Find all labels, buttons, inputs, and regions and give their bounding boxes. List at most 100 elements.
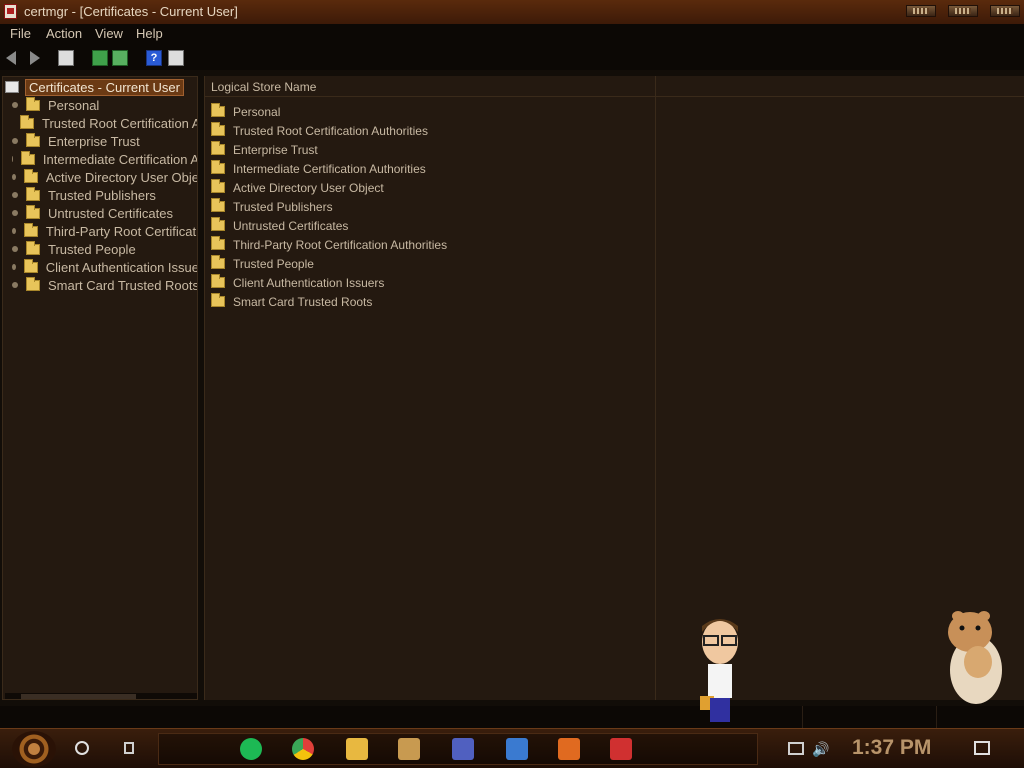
properties-button[interactable] [168, 50, 184, 66]
expand-icon[interactable] [12, 246, 18, 252]
tree-item-intermediate[interactable]: Intermediate Certification A [3, 150, 197, 168]
minimize-icon [913, 8, 929, 14]
taskbar-clock[interactable]: 1:37 PM [852, 736, 931, 760]
expand-icon[interactable] [12, 228, 16, 234]
menu-file[interactable]: File [10, 26, 31, 41]
expand-icon[interactable] [12, 102, 18, 108]
list-item-third-party-root[interactable]: Third-Party Root Certification Authoriti… [211, 235, 447, 254]
list-item-label: Untrusted Certificates [233, 218, 349, 233]
sandbox-app-icon[interactable] [398, 738, 420, 760]
folder-icon [20, 114, 34, 129]
list-item-active-directory[interactable]: Active Directory User Object [211, 178, 384, 197]
forward-button[interactable] [30, 51, 46, 67]
expand-icon[interactable] [12, 210, 18, 216]
expand-icon[interactable] [12, 282, 18, 288]
folder-icon [211, 274, 225, 288]
close-icon [997, 8, 1013, 14]
expand-icon[interactable] [12, 156, 13, 162]
list-item-trusted-publishers[interactable]: Trusted Publishers [211, 197, 333, 216]
column-divider[interactable] [655, 76, 656, 700]
main-area: Certificates - Current User Personal Tru… [0, 70, 1024, 706]
file-explorer-icon[interactable] [346, 738, 368, 760]
column-header-logical-store-name[interactable]: Logical Store Name [211, 80, 316, 94]
spotify-icon[interactable] [240, 738, 262, 760]
list-item-client-auth[interactable]: Client Authentication Issuers [211, 273, 384, 292]
expand-icon[interactable] [12, 264, 16, 270]
tree-item-trusted-publishers[interactable]: Trusted Publishers [3, 186, 197, 204]
back-button[interactable] [6, 51, 22, 67]
tree-item-label: Trusted People [48, 241, 136, 257]
folder-icon [211, 179, 225, 193]
tree-item-client-auth[interactable]: Client Authentication Issue [3, 258, 197, 276]
menu-help[interactable]: Help [136, 26, 163, 41]
export-list-button[interactable] [112, 50, 128, 66]
back-icon [6, 51, 16, 65]
folder-icon [23, 168, 38, 183]
tree-item-label: Active Directory User Obje [45, 169, 198, 185]
tree-item-label: Untrusted Certificates [48, 205, 173, 221]
details-pane: Logical Store Name Personal Trusted Root… [204, 76, 1024, 700]
close-button[interactable] [990, 5, 1020, 17]
minimize-button[interactable] [906, 5, 936, 17]
search-icon[interactable] [75, 741, 89, 755]
list-item-label: Intermediate Certification Authorities [233, 161, 426, 176]
window-controls [906, 5, 1020, 17]
tree-root[interactable]: Certificates - Current User [5, 78, 184, 96]
network-icon[interactable] [788, 742, 804, 755]
volume-icon[interactable]: 🔊 [812, 741, 829, 757]
title-bar: certmgr - [Certificates - Current User] [0, 0, 1024, 24]
show-hide-console-tree-button[interactable] [58, 50, 74, 66]
folder-icon [26, 276, 40, 291]
maximize-icon [955, 8, 971, 14]
help-button[interactable]: ? [146, 50, 162, 66]
list-item-untrusted[interactable]: Untrusted Certificates [211, 216, 348, 235]
menu-action[interactable]: Action [46, 26, 82, 41]
column-header: Logical Store Name [205, 76, 1024, 97]
list-item-smart-card[interactable]: Smart Card Trusted Roots [211, 292, 372, 311]
toolbox-icon[interactable] [610, 738, 632, 760]
tree-item-active-directory[interactable]: Active Directory User Obje [3, 168, 198, 186]
menu-view[interactable]: View [95, 26, 123, 41]
taskbar: 🔊 1:37 PM [0, 728, 1024, 768]
expand-icon[interactable] [12, 174, 16, 180]
list-item-label: Trusted Publishers [233, 199, 333, 214]
status-divider [802, 706, 803, 728]
expand-icon[interactable] [12, 192, 18, 198]
menu-bar: File Action View Help [0, 24, 1024, 44]
tree-item-trusted-people[interactable]: Trusted People [3, 240, 197, 258]
console-tree: Certificates - Current User Personal Tru… [2, 76, 198, 700]
notifications-icon[interactable] [974, 741, 990, 755]
tree-item-third-party-root[interactable]: Third-Party Root Certificati [3, 222, 198, 240]
task-view-icon[interactable] [122, 740, 138, 756]
tree-item-trusted-root[interactable]: Trusted Root Certification A [3, 114, 197, 132]
start-button[interactable] [12, 731, 56, 767]
folder-icon [211, 293, 225, 307]
list-item-trusted-people[interactable]: Trusted People [211, 254, 314, 273]
folder-icon [26, 96, 40, 111]
expand-icon[interactable] [12, 138, 18, 144]
tree-item-enterprise-trust[interactable]: Enterprise Trust [3, 132, 197, 150]
list-item-intermediate[interactable]: Intermediate Certification Authorities [211, 159, 426, 178]
scrollbar-thumb[interactable] [21, 694, 136, 699]
chrome-icon[interactable] [292, 738, 314, 760]
maximize-button[interactable] [948, 5, 978, 17]
list-item-label: Enterprise Trust [233, 142, 318, 157]
tree-item-personal[interactable]: Personal [3, 96, 197, 114]
list-item-trusted-root[interactable]: Trusted Root Certification Authorities [211, 121, 428, 140]
list-item-label: Trusted People [233, 256, 314, 271]
certmgr-app-icon[interactable] [4, 4, 17, 19]
list-item-enterprise-trust[interactable]: Enterprise Trust [211, 140, 318, 159]
list-item-personal[interactable]: Personal [211, 102, 280, 121]
tree-item-label: Third-Party Root Certificati [45, 223, 198, 239]
tree-item-label: Smart Card Trusted Roots [48, 277, 198, 293]
tree-item-untrusted[interactable]: Untrusted Certificates [3, 204, 197, 222]
tree-horizontal-scrollbar[interactable] [5, 693, 197, 699]
tree-item-smart-card[interactable]: Smart Card Trusted Roots [3, 276, 198, 294]
network-tool-icon[interactable] [452, 738, 474, 760]
folder-icon [211, 160, 225, 174]
list-item-label: Smart Card Trusted Roots [233, 294, 373, 309]
hamster-icon [948, 611, 1002, 704]
refresh-button[interactable] [92, 50, 108, 66]
java-icon[interactable] [558, 738, 580, 760]
virtualbox-icon[interactable] [506, 738, 528, 760]
